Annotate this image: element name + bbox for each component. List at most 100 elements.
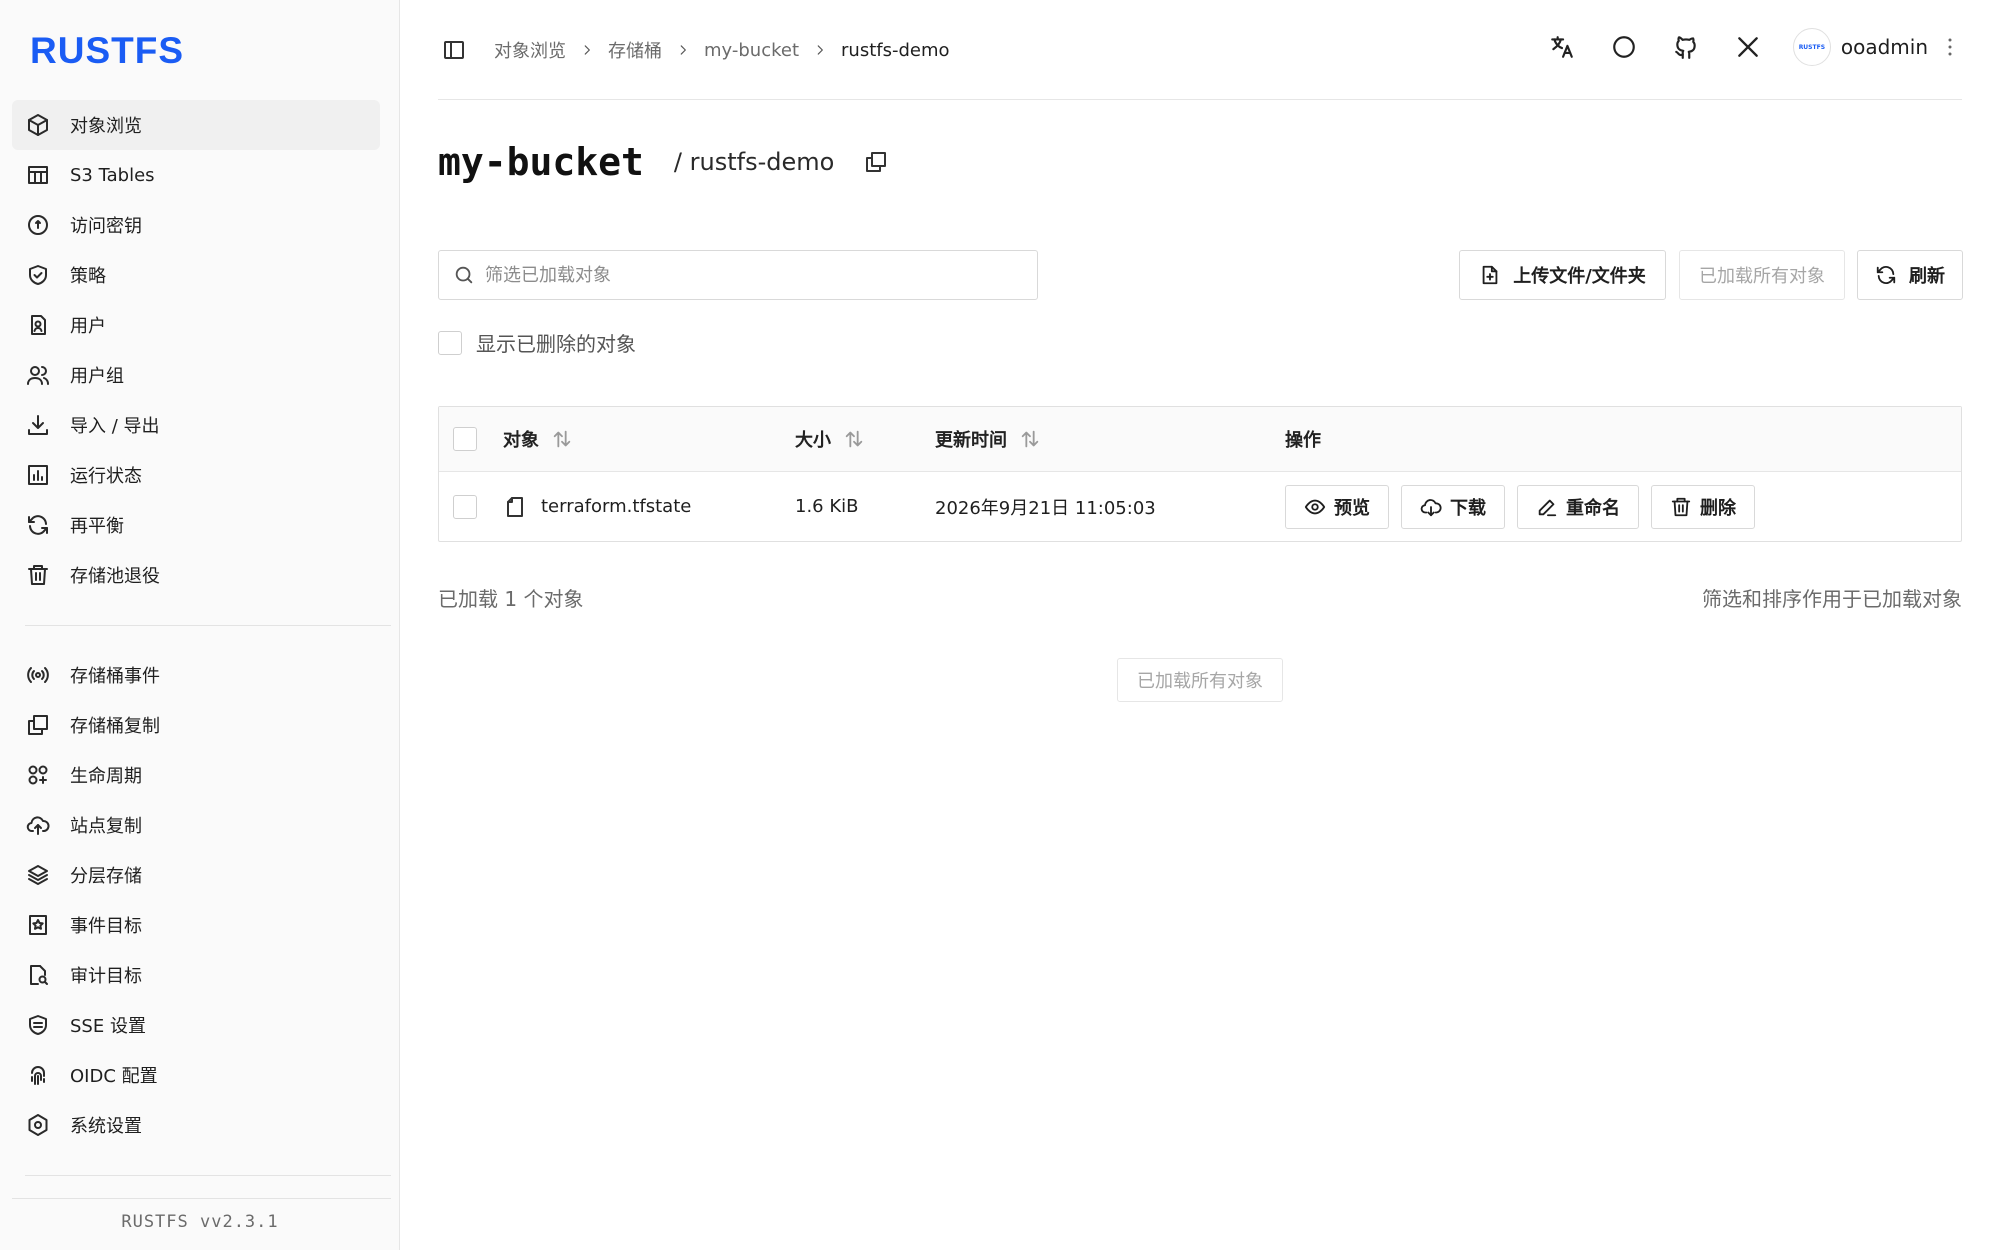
breadcrumb-buckets[interactable]: 存储桶 [608, 37, 662, 63]
translate-icon[interactable] [1549, 34, 1575, 60]
column-label: 操作 [1285, 430, 1321, 451]
file-plus-icon [1482, 265, 1498, 285]
show-deleted-toggle[interactable]: 显示已删除的对象 [438, 328, 636, 357]
sidebar-item-label: 用户组 [70, 366, 124, 387]
sidebar-item-s3-tables[interactable]: S3 Tables [12, 150, 380, 200]
cloud-download-icon [1420, 498, 1442, 516]
username: ooadmin [1840, 35, 1928, 59]
select-all-checkbox[interactable] [453, 427, 477, 451]
sidebar-item-label: 事件目标 [70, 916, 142, 937]
sidebar-nav: 对象浏览 S3 Tables 访问密钥 策略 用户 用户组 导入 / 导出 运行… [12, 100, 391, 1150]
sidebar-item-oidc-config[interactable]: OIDC 配置 [12, 1050, 380, 1100]
sort-icon[interactable] [551, 428, 573, 450]
column-header-name[interactable]: 对象 [503, 407, 573, 471]
column-label: 大小 [795, 430, 831, 451]
column-header-updated[interactable]: 更新时间 [935, 407, 1041, 471]
current-path: / rustfs-demo [673, 148, 835, 176]
sidebar-item-pool-decommission[interactable]: 存储池退役 [12, 550, 380, 600]
object-name[interactable]: terraform.tfstate [541, 496, 691, 517]
sidebar-item-lifecycle[interactable]: 生命周期 [12, 750, 380, 800]
search-input-wrapper[interactable] [438, 250, 1038, 300]
pencil-icon [1538, 499, 1557, 516]
more-vertical-icon[interactable] [1938, 35, 1962, 59]
load-all-button[interactable]: 已加载所有对象 [1679, 250, 1845, 300]
table-row[interactable]: terraform.tfstate 1.6 KiB 2026年9月21日 11:… [439, 472, 1961, 541]
sidebar-footer-divider [25, 1175, 391, 1176]
trash-icon [28, 565, 48, 585]
sidebar-item-import-export[interactable]: 导入 / 导出 [12, 400, 380, 450]
sidebar-item-system-settings[interactable]: 系统设置 [12, 1100, 380, 1150]
table-header: 对象 大小 更新时间 操作 [439, 407, 1961, 472]
preview-button-label: 预览 [1334, 497, 1370, 519]
user-menu[interactable]: RUSTFS ooadmin [1792, 28, 1962, 66]
sort-icon[interactable] [1019, 428, 1041, 450]
rename-button[interactable]: 重命名 [1517, 484, 1639, 529]
x-twitter-icon[interactable] [1735, 34, 1761, 60]
sidebar-item-label: 系统设置 [70, 1116, 142, 1137]
sidebar-item-label: 存储桶事件 [70, 666, 160, 687]
cube-icon [28, 114, 48, 136]
hex-settings-icon [28, 1114, 48, 1136]
object-updated-cell: 2026年9月21日 11:05:03 [935, 472, 1156, 541]
github-icon[interactable] [1673, 34, 1699, 60]
refresh-button-label: 刷新 [1909, 266, 1945, 287]
row-checkbox[interactable] [453, 494, 477, 519]
star-bookmark-icon [29, 915, 47, 935]
column-header-size[interactable]: 大小 [795, 407, 865, 471]
breadcrumb-object-browser[interactable]: 对象浏览 [494, 37, 566, 63]
chevron-right-icon [584, 45, 590, 55]
row-select-cell [453, 472, 477, 541]
bucket-name: my-bucket [438, 140, 644, 184]
rustfs-logo[interactable]: RUSTFS [30, 30, 184, 72]
sidebar-item-label: 用户 [70, 316, 106, 337]
sidebar-item-event-targets[interactable]: 事件目标 [12, 900, 380, 950]
load-all-status-button[interactable]: 已加载所有对象 [1117, 658, 1283, 702]
download-button[interactable]: 下载 [1401, 484, 1505, 529]
sidebar-footer-divider-2 [12, 1198, 391, 1199]
breadcrumb-bucket[interactable]: my-bucket [704, 40, 799, 61]
sidebar-item-object-browser[interactable]: 对象浏览 [12, 100, 380, 150]
sidebar-item-label: 访问密钥 [70, 216, 142, 237]
sidebar-item-audit-targets[interactable]: 审计目标 [12, 950, 380, 1000]
cloud-upload-icon [26, 816, 50, 835]
sidebar-item-sse-settings[interactable]: SSE 设置 [12, 1000, 380, 1050]
upload-button-label: 上传文件/文件夹 [1513, 266, 1646, 287]
sidebar-item-label: SSE 设置 [70, 1016, 146, 1037]
sidebar-toggle-icon[interactable] [442, 38, 466, 62]
preview-button[interactable]: 预览 [1285, 484, 1389, 529]
sidebar-item-users[interactable]: 用户 [12, 300, 380, 350]
sidebar-item-access-keys[interactable]: 访问密钥 [12, 200, 380, 250]
sidebar-item-health[interactable]: 运行状态 [12, 450, 380, 500]
header-actions: RUSTFS ooadmin [1513, 28, 1962, 66]
delete-button[interactable]: 删除 [1651, 484, 1755, 529]
refresh-icon [1876, 266, 1896, 284]
show-deleted-checkbox[interactable] [438, 330, 462, 355]
object-name-cell[interactable]: terraform.tfstate [503, 472, 691, 541]
theme-toggle-icon[interactable] [1611, 34, 1637, 60]
delete-button-label: 删除 [1700, 497, 1736, 519]
shield-check-icon [29, 265, 47, 285]
refresh-button[interactable]: 刷新 [1857, 250, 1963, 300]
sort-icon[interactable] [843, 428, 865, 450]
copy-path-icon[interactable] [864, 150, 888, 174]
breadcrumb: 对象浏览 存储桶 my-bucket rustfs-demo [494, 37, 950, 63]
sidebar-item-label: 策略 [70, 266, 106, 287]
encryption-icon [29, 1015, 47, 1035]
sidebar-item-label: 存储池退役 [70, 566, 160, 587]
sidebar-item-bucket-replication[interactable]: 存储桶复制 [12, 700, 380, 750]
sidebar-item-site-replication[interactable]: 站点复制 [12, 800, 380, 850]
chevron-right-icon [680, 45, 686, 55]
sidebar-item-rebalance[interactable]: 再平衡 [12, 500, 380, 550]
top-bar: 对象浏览 存储桶 my-bucket rustfs-demo RUSTFS oo… [438, 0, 1962, 100]
upload-button[interactable]: 上传文件/文件夹 [1459, 250, 1666, 300]
sidebar-item-tiering[interactable]: 分层存储 [12, 850, 380, 900]
sidebar-item-policies[interactable]: 策略 [12, 250, 380, 300]
sidebar-item-label: 存储桶复制 [70, 716, 160, 737]
download-tray-icon [28, 415, 48, 435]
lifecycle-icon [28, 765, 48, 785]
sidebar-item-groups[interactable]: 用户组 [12, 350, 380, 400]
bar-chart-icon [28, 465, 48, 485]
search-input[interactable] [485, 264, 1025, 286]
sidebar-item-bucket-events[interactable]: 存储桶事件 [12, 650, 380, 700]
sidebar-item-label: 导入 / 导出 [70, 416, 160, 437]
